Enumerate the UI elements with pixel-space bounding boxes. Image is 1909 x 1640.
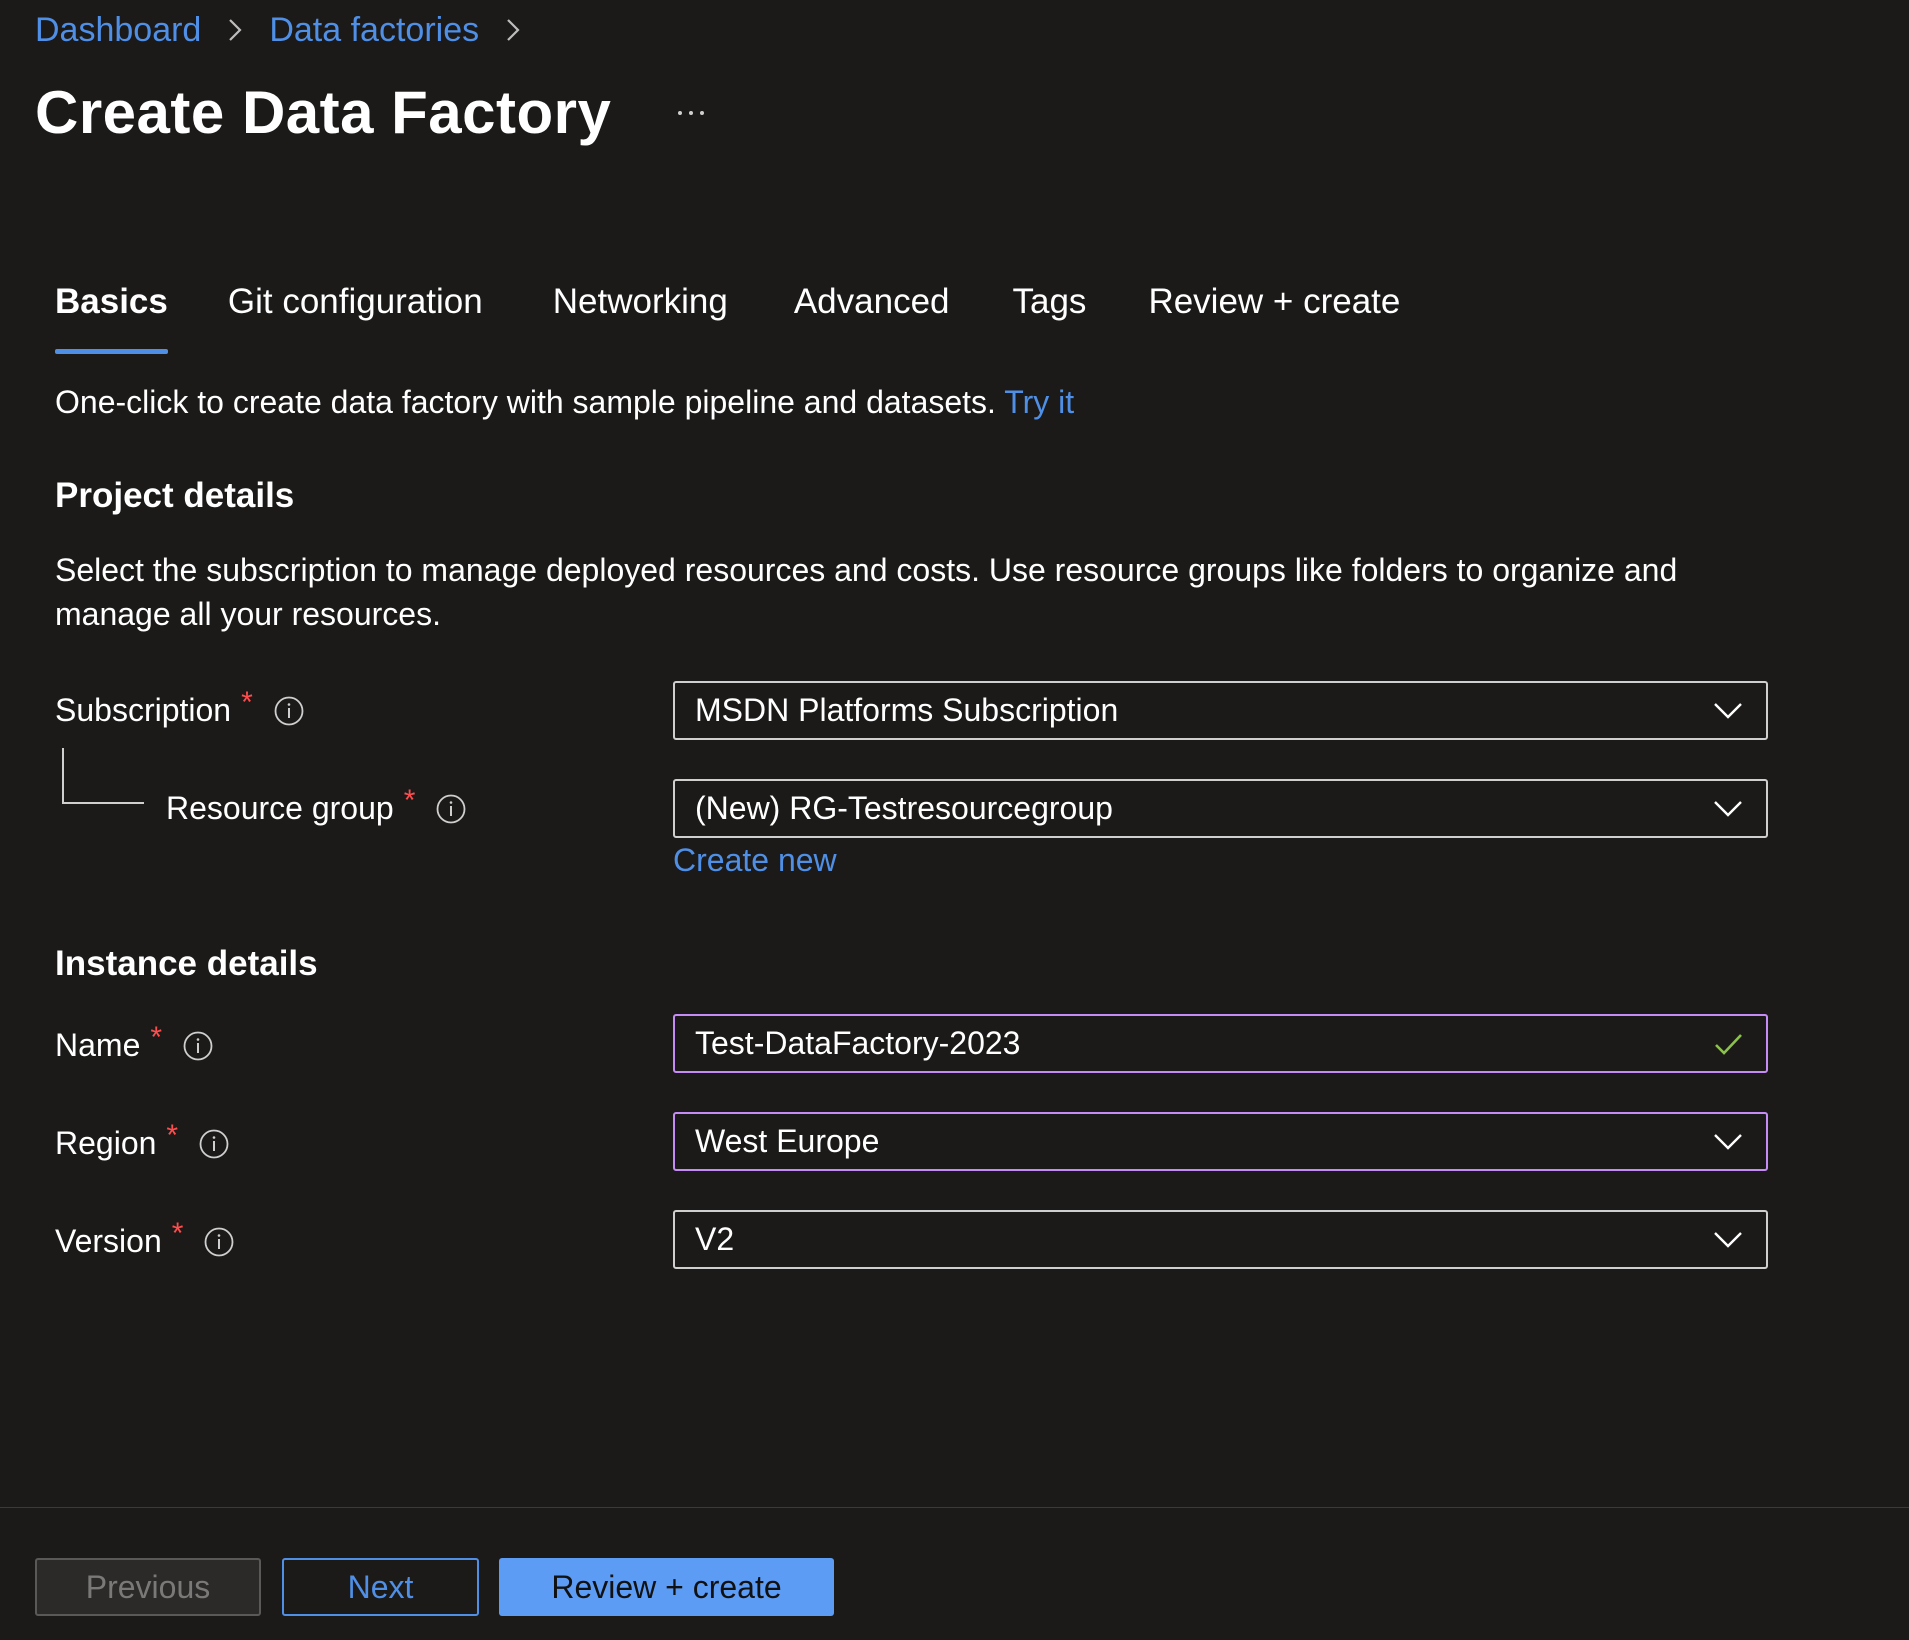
create-new-resource-group-link[interactable]: Create new: [673, 842, 837, 879]
required-asterisk: *: [171, 1216, 184, 1250]
subscription-label-row: Subscription *: [55, 686, 305, 729]
required-asterisk: *: [403, 783, 416, 817]
tab-tags[interactable]: Tags: [1013, 282, 1087, 354]
try-it-link[interactable]: Try it: [1004, 384, 1074, 420]
tab-advanced[interactable]: Advanced: [794, 282, 950, 354]
name-input[interactable]: [675, 1024, 1708, 1063]
page-title: Create Data Factory: [35, 79, 612, 146]
region-dropdown[interactable]: West Europe: [673, 1112, 1768, 1171]
subscription-value: MSDN Platforms Subscription: [695, 692, 1119, 728]
subscription-dropdown[interactable]: MSDN Platforms Subscription: [673, 681, 1768, 740]
tree-connector: [62, 748, 144, 804]
info-icon[interactable]: [203, 1226, 235, 1258]
region-label-row: Region *: [55, 1119, 230, 1162]
info-icon[interactable]: [435, 793, 467, 825]
title-row: Create Data Factory: [35, 78, 711, 147]
chevron-down-icon: [1708, 691, 1748, 731]
required-asterisk: *: [150, 1020, 163, 1054]
region-label: Region: [55, 1125, 157, 1161]
name-input-box[interactable]: [673, 1014, 1768, 1073]
next-button[interactable]: Next: [282, 1558, 479, 1616]
create-data-factory-page: Dashboard Data factories Create Data Fac…: [0, 0, 1909, 1640]
chevron-right-icon: [213, 8, 257, 52]
checkmark-icon: [1708, 1024, 1748, 1064]
version-value: V2: [695, 1221, 735, 1257]
chevron-right-icon: [491, 8, 535, 52]
wizard-tabs: Basics Git configuration Networking Adva…: [55, 282, 1400, 354]
breadcrumb-data-factories-link[interactable]: Data factories: [269, 11, 479, 50]
tab-review-create[interactable]: Review + create: [1148, 282, 1400, 354]
required-asterisk: *: [166, 1118, 179, 1152]
version-label: Version: [55, 1223, 162, 1259]
resource-group-dropdown[interactable]: (New) RG-Testresourcegroup: [673, 779, 1768, 838]
tab-networking[interactable]: Networking: [553, 282, 728, 354]
review-create-button[interactable]: Review + create: [499, 1558, 834, 1616]
project-details-heading: Project details: [55, 476, 295, 515]
intro-text: One-click to create data factory with sa…: [55, 384, 1074, 421]
ellipsis-icon: [678, 110, 705, 115]
version-dropdown[interactable]: V2: [673, 1210, 1768, 1269]
more-options-button[interactable]: [671, 93, 711, 133]
region-value: West Europe: [695, 1123, 880, 1159]
tab-basics[interactable]: Basics: [55, 282, 168, 354]
chevron-down-icon: [1708, 789, 1748, 829]
breadcrumb: Dashboard Data factories: [35, 8, 547, 52]
resource-group-value: (New) RG-Testresourcegroup: [695, 790, 1113, 826]
name-label: Name: [55, 1027, 141, 1063]
breadcrumb-dashboard-link[interactable]: Dashboard: [35, 11, 201, 50]
tab-git-configuration[interactable]: Git configuration: [228, 282, 483, 354]
resource-group-label-row: Resource group *: [166, 784, 467, 827]
project-details-description: Select the subscription to manage deploy…: [55, 552, 1678, 632]
chevron-down-icon: [1708, 1122, 1748, 1162]
name-label-row: Name *: [55, 1021, 214, 1064]
instance-details-heading: Instance details: [55, 944, 318, 983]
intro-message: One-click to create data factory with sa…: [55, 384, 996, 420]
version-label-row: Version *: [55, 1217, 235, 1260]
previous-button[interactable]: Previous: [35, 1558, 261, 1616]
subscription-label: Subscription: [55, 692, 232, 728]
resource-group-label: Resource group: [166, 790, 394, 826]
info-icon[interactable]: [273, 695, 305, 727]
required-asterisk: *: [241, 685, 253, 719]
footer-divider: [0, 1507, 1909, 1508]
chevron-down-icon: [1708, 1220, 1748, 1260]
info-icon[interactable]: [198, 1128, 230, 1160]
info-icon[interactable]: [182, 1030, 214, 1062]
